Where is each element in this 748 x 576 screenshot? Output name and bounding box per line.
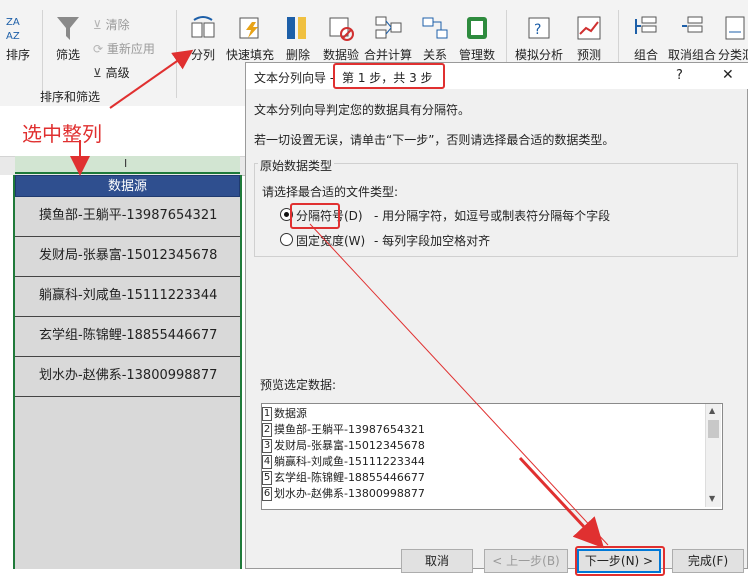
annotation-arrows (70, 49, 609, 549)
arrow-to-text-to-columns (109, 49, 194, 109)
arrow-thin-to-next (309, 223, 609, 546)
arrow-to-next (518, 456, 605, 549)
